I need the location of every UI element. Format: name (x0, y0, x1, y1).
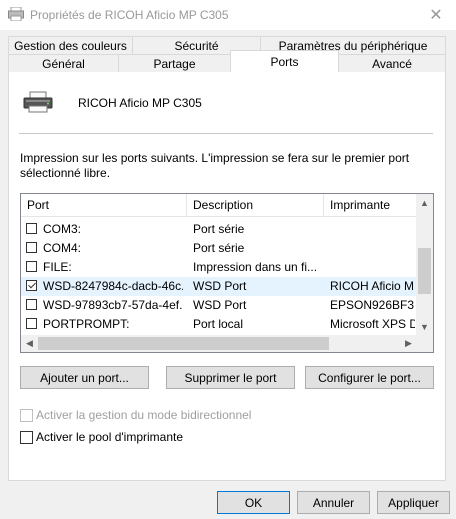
button-label: Supprimer le port (184, 370, 277, 385)
port-description: WSD Port (193, 279, 247, 293)
tab-label: Sécurité (174, 38, 219, 53)
port-name: WSD-97893cb7-57da-4ef... (43, 298, 183, 312)
cancel-button[interactable]: Annuler (297, 491, 370, 514)
printer-icon (23, 91, 53, 113)
printer-icon (8, 7, 24, 21)
button-label: Ajouter un port... (40, 370, 129, 385)
list-item[interactable]: WSD-97893cb7-57da-4ef... WSD Port EPSON9… (21, 296, 417, 315)
list-item-selected[interactable]: WSD-8247984c-dacb-46c... WSD Port RICOH … (21, 277, 417, 296)
list-item[interactable]: COM4: Port série (21, 239, 417, 258)
button-label: Annuler (312, 495, 355, 510)
tab-label: Partage (153, 56, 196, 71)
title-bar: Propriétés de RICOH Aficio MP C305 ✕ (0, 0, 456, 30)
port-printer (330, 258, 415, 277)
list-item[interactable]: PORTPROMPT: Port local Microsoft XPS D (21, 315, 417, 334)
port-name: COM4: (43, 241, 82, 255)
apply-button[interactable]: Appliquer (377, 491, 450, 514)
port-checkbox[interactable] (26, 242, 37, 253)
port-description: Port série (193, 222, 245, 236)
printer-pool-checkbox[interactable] (20, 430, 33, 444)
ports-list[interactable]: Port Description Imprimante COM3: Port s… (20, 193, 434, 353)
column-label: Description (193, 198, 254, 212)
column-label: Port (27, 198, 50, 212)
scroll-down-icon[interactable]: ▼ (416, 318, 433, 335)
add-port-button[interactable]: Ajouter un port... (20, 366, 149, 389)
column-header-printer[interactable]: Imprimante (324, 194, 417, 216)
option-label: Activer la gestion du mode bidirectionne… (36, 408, 252, 422)
tab-label: Gestion des couleurs (14, 38, 127, 53)
port-printer: EPSON926BF3 (X (330, 298, 415, 312)
scroll-left-icon[interactable]: ◀ (21, 335, 38, 352)
port-checkbox-checked[interactable] (26, 280, 37, 291)
delete-port-button[interactable]: Supprimer le port (166, 366, 295, 389)
bidirectional-checkbox[interactable] (20, 408, 33, 422)
tab-advanced[interactable]: Avancé (338, 54, 446, 72)
vertical-scrollbar[interactable]: ▲ ▼ (416, 194, 433, 335)
ports-description: Impression sur les ports suivants. L'imp… (20, 151, 410, 180)
scroll-corner (416, 335, 433, 352)
vertical-scroll-thumb[interactable] (418, 248, 431, 294)
tab-row-front: Général Partage Ports Avancé (8, 50, 446, 72)
horizontal-scrollbar[interactable]: ◀ ▶ (21, 335, 417, 352)
port-name: COM3: (43, 222, 82, 236)
scroll-up-icon[interactable]: ▲ (416, 194, 433, 211)
close-button[interactable]: ✕ (416, 0, 456, 30)
port-description: Port local (193, 317, 244, 331)
port-checkbox[interactable] (26, 261, 37, 272)
column-header-description[interactable]: Description (187, 194, 324, 216)
ok-button[interactable]: OK (217, 491, 290, 514)
tab-sharing[interactable]: Partage (118, 54, 231, 72)
tab-label: Général (42, 56, 85, 71)
window-title: Propriétés de RICOH Aficio MP C305 (30, 8, 229, 22)
port-description: Port série (193, 241, 245, 255)
printer-name: RICOH Aficio MP C305 (78, 96, 202, 110)
tab-label: Avancé (372, 56, 412, 71)
port-name: FILE: (43, 260, 72, 274)
column-header-port[interactable]: Port (21, 194, 187, 216)
horizontal-scroll-thumb[interactable] (38, 337, 329, 350)
port-checkbox[interactable] (26, 299, 37, 310)
list-item[interactable]: COM3: Port série (21, 220, 417, 239)
list-header: Port Description Imprimante (21, 194, 417, 217)
port-printer (330, 220, 415, 239)
port-description: Impression dans un fi... (193, 260, 318, 274)
tab-label: Ports (270, 54, 299, 69)
button-label: Configurer le port... (318, 370, 421, 385)
close-icon: ✕ (429, 7, 443, 24)
configure-port-button[interactable]: Configurer le port... (305, 366, 434, 389)
port-printer (330, 239, 415, 258)
tab-ports[interactable]: Ports (230, 50, 339, 72)
port-name: PORTPROMPT: (43, 317, 130, 331)
port-checkbox[interactable] (26, 318, 37, 329)
port-printer: Microsoft XPS D (330, 317, 415, 331)
option-label: Activer le pool d'imprimante (36, 430, 184, 444)
tab-row-back: Gestion des couleurs Sécurité Paramètres… (8, 36, 446, 54)
port-printer: RICOH Aficio MI (330, 279, 415, 293)
list-item[interactable]: FILE: Impression dans un fi... (21, 258, 417, 277)
tab-general[interactable]: Général (8, 54, 119, 72)
printer-pool-option[interactable]: Activer le pool d'imprimante (20, 429, 183, 445)
column-label: Imprimante (330, 198, 391, 212)
ports-panel: RICOH Aficio MP C305 Impression sur les … (8, 71, 446, 481)
bidirectional-option[interactable]: Activer la gestion du mode bidirectionne… (20, 407, 251, 423)
tab-color-management[interactable]: Gestion des couleurs (8, 36, 133, 54)
port-description: WSD Port (193, 298, 247, 312)
port-name: WSD-8247984c-dacb-46c... (43, 279, 183, 293)
scroll-right-icon[interactable]: ▶ (400, 335, 417, 352)
separator (19, 133, 433, 134)
button-label: OK (244, 495, 263, 510)
port-checkbox[interactable] (26, 223, 37, 234)
button-label: Appliquer (388, 495, 439, 510)
